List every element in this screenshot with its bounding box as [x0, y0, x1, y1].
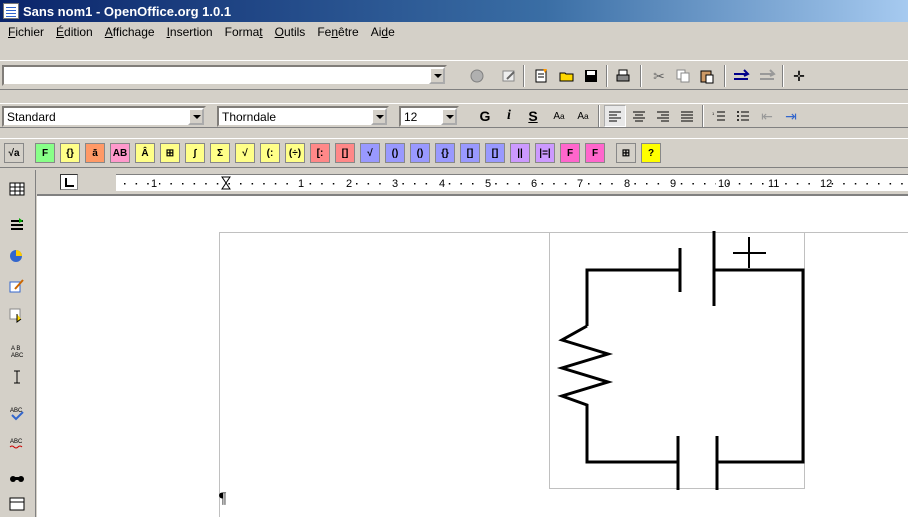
top-left-wire — [585, 268, 680, 326]
plus-sign — [733, 237, 766, 268]
circuit-diagram[interactable] — [0, 0, 908, 517]
resistor — [556, 324, 678, 464]
right-wire — [714, 268, 805, 464]
paragraph-mark: ¶ — [219, 490, 227, 507]
